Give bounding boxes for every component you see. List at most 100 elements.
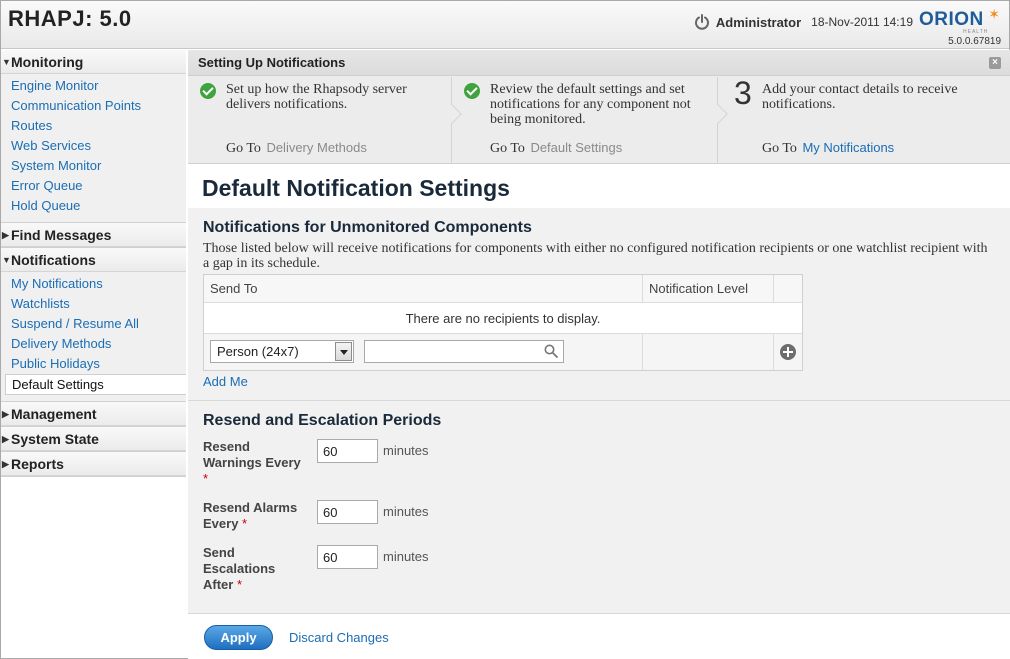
sidebar-item-suspend-resume-all[interactable]: Suspend / Resume All	[1, 314, 186, 334]
sidebar-item-default-settings[interactable]: Default Settings	[5, 374, 186, 395]
expanded-triangle-icon: ▼	[2, 255, 11, 265]
wizard-step-1: Set up how the Rhapsody server delivers …	[188, 77, 462, 164]
resend-alarms-input[interactable]	[317, 500, 378, 524]
sidebar-items-monitoring: Engine Monitor Communication Points Rout…	[1, 74, 186, 222]
resend-warnings-input[interactable]	[317, 439, 378, 463]
app-header: RHAPJ: 5.0 Administrator 18-Nov-2011 14:…	[1, 1, 1009, 49]
section-divider	[188, 400, 1010, 401]
minutes-unit-label: minutes	[383, 504, 429, 519]
column-header-notification-level: Notification Level	[643, 275, 774, 302]
sidebar-item-delivery-methods[interactable]: Delivery Methods	[1, 334, 186, 354]
send-escalations-input[interactable]	[317, 545, 378, 569]
recipient-search-box	[364, 340, 564, 363]
add-me-link[interactable]: Add Me	[203, 374, 248, 389]
main-content: Setting Up Notifications × Set up how th…	[188, 50, 1010, 659]
wizard-step-2: Review the default settings and set noti…	[452, 77, 728, 164]
unmonitored-section-description: Those listed below will receive notifica…	[203, 241, 988, 271]
step-number: 3	[734, 75, 752, 111]
sidebar-section-notifications: ▼ Notifications My Notifications Watchli…	[1, 248, 186, 402]
wizard-title-bar: Setting Up Notifications ×	[188, 50, 1010, 76]
resend-section-title: Resend and Escalation Periods	[203, 412, 442, 429]
form-footer: Apply Discard Changes	[188, 613, 1010, 659]
sidebar: ▼ Monitoring Engine Monitor Communicatio…	[1, 50, 186, 477]
recipient-search-input[interactable]	[365, 341, 540, 362]
user-name[interactable]: Administrator	[716, 15, 801, 30]
sidebar-item-hold-queue[interactable]: Hold Queue	[1, 196, 186, 216]
step-goto: Go To Default Settings	[490, 140, 623, 156]
wizard-step-3: 3 Add your contact details to receive no…	[718, 75, 1010, 164]
step-description: Add your contact details to receive noti…	[762, 82, 958, 112]
sidebar-heading-find-messages[interactable]: ▶ Find Messages	[1, 223, 186, 247]
send-escalations-label: Send Escalations After *	[203, 545, 276, 592]
check-icon	[464, 83, 480, 99]
collapsed-triangle-icon: ▶	[2, 409, 9, 419]
sidebar-item-engine-monitor[interactable]: Engine Monitor	[1, 76, 186, 96]
collapsed-triangle-icon: ▶	[2, 434, 9, 444]
search-icon[interactable]	[544, 344, 558, 358]
user-area: Administrator 18-Nov-2011 14:19	[694, 14, 913, 30]
add-recipient-cell: Person (24x7)	[204, 334, 643, 370]
sidebar-item-error-queue[interactable]: Error Queue	[1, 176, 186, 196]
sidebar-heading-monitoring[interactable]: ▼ Monitoring	[1, 50, 186, 74]
sidebar-item-communication-points[interactable]: Communication Points	[1, 96, 186, 116]
sidebar-heading-system-state[interactable]: ▶ System State	[1, 427, 186, 451]
step-goto: Go To Delivery Methods	[226, 140, 367, 156]
collapsed-triangle-icon: ▶	[2, 230, 9, 240]
goto-my-notifications-link[interactable]: My Notifications	[802, 140, 894, 155]
empty-table-message: There are no recipients to display.	[204, 303, 802, 334]
goto-delivery-methods-link[interactable]: Delivery Methods	[266, 140, 366, 155]
step-description: Review the default settings and set noti…	[490, 82, 691, 127]
sidebar-item-system-monitor[interactable]: System Monitor	[1, 156, 186, 176]
recipient-type-select[interactable]: Person (24x7)	[210, 340, 354, 363]
sidebar-items-notifications: My Notifications Watchlists Suspend / Re…	[1, 272, 186, 401]
minutes-unit-label: minutes	[383, 443, 429, 458]
sidebar-section-reports: ▶ Reports	[1, 452, 186, 477]
goto-default-settings-link[interactable]: Default Settings	[530, 140, 622, 155]
sidebar-section-management: ▶ Management	[1, 402, 186, 427]
power-icon[interactable]	[694, 14, 710, 30]
app-title: RHAPJ: 5.0	[8, 6, 132, 31]
apply-button[interactable]: Apply	[204, 625, 273, 650]
sidebar-item-web-services[interactable]: Web Services	[1, 136, 186, 156]
logo-subtext: HEALTH	[963, 29, 989, 35]
sidebar-section-system-state: ▶ System State	[1, 427, 186, 452]
step-goto: Go To My Notifications	[762, 140, 895, 156]
page-title-area: Default Notification Settings	[188, 164, 1010, 208]
sidebar-heading-notifications[interactable]: ▼ Notifications	[1, 248, 186, 272]
wizard-title: Setting Up Notifications	[198, 55, 346, 70]
add-recipient-row: Person (24x7)	[204, 334, 802, 370]
required-marker: *	[203, 471, 209, 486]
discard-changes-link[interactable]: Discard Changes	[289, 630, 389, 645]
page-title: Default Notification Settings	[202, 175, 510, 201]
recipients-table: Send To Notification Level There are no …	[203, 274, 803, 371]
add-recipient-plus-icon[interactable]	[780, 344, 796, 360]
unmonitored-section-title: Notifications for Unmonitored Components	[203, 219, 532, 236]
required-marker: *	[236, 577, 243, 592]
setup-wizard-panel: Setting Up Notifications × Set up how th…	[188, 50, 1010, 164]
sidebar-section-monitoring: ▼ Monitoring Engine Monitor Communicatio…	[1, 50, 186, 223]
sidebar-item-routes[interactable]: Routes	[1, 116, 186, 136]
column-header-actions	[774, 275, 802, 302]
sidebar-heading-reports[interactable]: ▶ Reports	[1, 452, 186, 476]
notification-level-cell	[643, 334, 774, 370]
sidebar-item-public-holidays[interactable]: Public Holidays	[1, 354, 186, 374]
minutes-unit-label: minutes	[383, 549, 429, 564]
expanded-triangle-icon: ▼	[2, 57, 11, 67]
close-icon[interactable]: ×	[989, 57, 1001, 69]
star-icon: ✶	[988, 6, 1000, 22]
column-header-send-to: Send To	[204, 275, 643, 302]
sidebar-item-my-notifications[interactable]: My Notifications	[1, 274, 186, 294]
sidebar-item-watchlists[interactable]: Watchlists	[1, 294, 186, 314]
sidebar-section-find-messages: ▶ Find Messages	[1, 223, 186, 248]
sidebar-heading-management[interactable]: ▶ Management	[1, 402, 186, 426]
orion-health-logo: ORION ✶ HEALTH	[919, 6, 1000, 35]
version-label: 5.0.0.67819	[948, 36, 1001, 47]
datetime: 18-Nov-2011 14:19	[811, 15, 913, 29]
collapsed-triangle-icon: ▶	[2, 459, 9, 469]
resend-alarms-label: Resend Alarms Every *	[203, 500, 298, 531]
table-header: Send To Notification Level	[204, 275, 802, 303]
resend-warnings-label: Resend Warnings Every *	[203, 439, 301, 486]
check-icon	[200, 83, 216, 99]
chevron-down-icon[interactable]	[335, 342, 352, 361]
step-description: Set up how the Rhapsody server delivers …	[226, 82, 407, 112]
